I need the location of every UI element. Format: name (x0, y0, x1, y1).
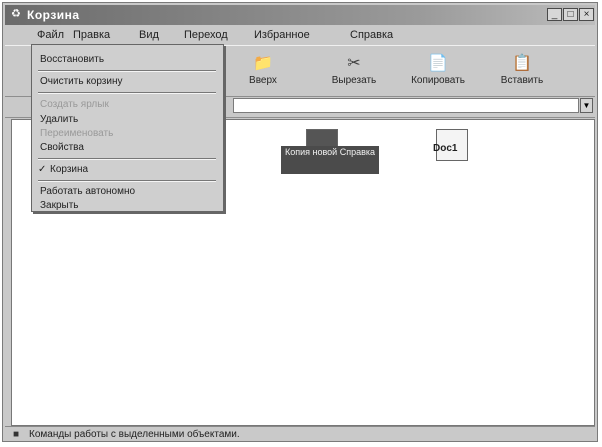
separator (38, 70, 216, 71)
status-icon: ■ (13, 429, 20, 440)
window-title: Корзина (27, 8, 80, 22)
recycle-bin-icon: ♻ (11, 8, 21, 20)
separator (38, 158, 216, 159)
status-bar: ■ Команды работы с выделенными объектами… (5, 426, 595, 442)
separator (38, 92, 216, 93)
toolbar-up-button[interactable]: 📁 Вверх (225, 55, 301, 87)
delete-item[interactable]: Удалить (40, 114, 78, 125)
toolbar-paste-button[interactable]: 📋 Вставить (484, 55, 560, 87)
toolbar-copy-label: Копировать (411, 75, 465, 86)
toolbar-up-label: Вверх (249, 75, 277, 86)
selected-file-label[interactable]: Копия новой Справка (281, 146, 379, 174)
address-input[interactable] (233, 98, 579, 113)
recycle-bin-item[interactable]: Корзина (50, 164, 88, 175)
work-offline-item[interactable]: Работать автономно (40, 186, 135, 197)
address-dropdown-button[interactable]: ▼ (580, 98, 593, 113)
create-shortcut-item[interactable]: Создать ярлык (40, 99, 109, 110)
toolbar-cut-label: Вырезать (331, 75, 377, 86)
title-bar: ♻ Корзина _ □ × (5, 5, 595, 25)
status-text: Команды работы с выделенными объектами. (29, 429, 240, 440)
paste-icon: 📋 (512, 55, 532, 72)
up-folder-icon: 📁 (253, 55, 273, 72)
menu-favorites[interactable]: Избранное (254, 29, 310, 41)
separator (38, 180, 216, 181)
empty-recycle-bin-item[interactable]: Очистить корзину (40, 76, 123, 87)
menu-view[interactable]: Вид (139, 29, 159, 41)
menu-file[interactable]: Файл (37, 29, 64, 41)
menu-go[interactable]: Переход (184, 29, 228, 41)
maximize-button[interactable]: □ (563, 8, 578, 21)
rename-item[interactable]: Переименовать (40, 128, 113, 139)
toolbar-copy-button[interactable]: 📄 Копировать (400, 55, 476, 87)
doc1-label[interactable]: Doc1 (433, 143, 457, 154)
properties-item[interactable]: Свойства (40, 142, 84, 153)
toolbar-cut-button[interactable]: ✂ Вырезать (316, 55, 392, 87)
file-menu-dropdown: Восстановить Очистить корзину Создать яр… (31, 44, 224, 212)
menu-bar: Файл Правка Вид Переход Избранное Справк… (5, 27, 595, 45)
menu-help[interactable]: Справка (350, 29, 393, 41)
copy-icon: 📄 (428, 55, 448, 72)
checkmark-icon: ✓ (38, 164, 47, 175)
toolbar-paste-label: Вставить (500, 75, 544, 86)
close-button[interactable]: × (579, 8, 594, 21)
cut-icon: ✂ (347, 55, 361, 72)
close-item[interactable]: Закрыть (40, 200, 79, 211)
restore-item[interactable]: Восстановить (40, 54, 104, 65)
menu-edit[interactable]: Правка (73, 29, 110, 41)
minimize-button[interactable]: _ (547, 8, 562, 21)
window: ♻ Корзина _ □ × Файл Правка Вид Переход … (2, 2, 598, 442)
